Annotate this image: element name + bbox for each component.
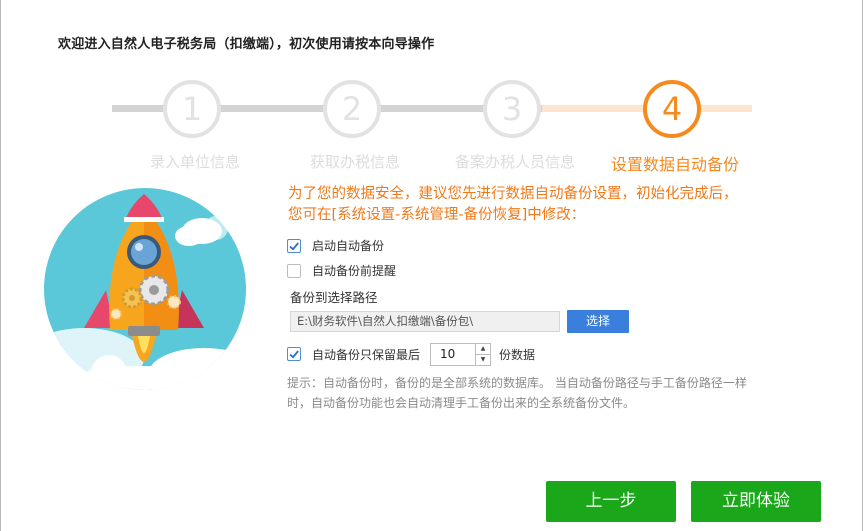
step-3-circle: 3 bbox=[483, 80, 541, 138]
step-1-circle: 1 bbox=[163, 80, 221, 138]
caret-down-icon[interactable]: ▼ bbox=[476, 355, 490, 365]
remind-before-checkbox[interactable] bbox=[287, 263, 301, 278]
step-2-circle: 2 bbox=[323, 80, 381, 138]
step-4-label: 设置数据自动备份 bbox=[610, 155, 739, 174]
keep-count-input[interactable]: 10 bbox=[430, 342, 477, 366]
auto-backup-option[interactable]: 启动自动备份 bbox=[287, 237, 384, 254]
keep-latest-suffix: 份数据 bbox=[499, 347, 536, 362]
keep-count-spin-buttons[interactable]: ▲ ▼ bbox=[476, 342, 492, 366]
rocket-illustration bbox=[44, 188, 246, 390]
backup-hint-text: 提示：自动备份时，备份的是全部系统的数据库。 当自动备份路径与手工备份路径一样时… bbox=[287, 376, 747, 410]
keep-count-stepper[interactable]: 10 ▲ ▼ bbox=[430, 342, 492, 366]
remind-before-label: 自动备份前提醒 bbox=[312, 264, 397, 278]
backup-path-label: 备份到选择路径 bbox=[290, 290, 378, 305]
backup-intro-text: 为了您的数据安全，建议您先进行数据自动备份设置，初始化完成后，您可在[系统设置-… bbox=[288, 186, 738, 223]
caret-up-icon[interactable]: ▲ bbox=[476, 344, 491, 355]
check-icon bbox=[289, 350, 299, 359]
start-now-button[interactable]: 立即体验 bbox=[691, 481, 821, 522]
browse-button[interactable]: 选择 bbox=[567, 310, 629, 333]
step-4-circle: 4 bbox=[643, 80, 701, 138]
keep-latest-checkbox[interactable] bbox=[287, 347, 301, 361]
keep-latest-option[interactable]: 自动备份只保留最后 10 ▲ ▼ 份数据 bbox=[287, 342, 535, 366]
auto-backup-checkbox[interactable] bbox=[287, 238, 301, 253]
step-1-label: 录入单位信息 bbox=[149, 153, 240, 171]
window-title: 欢迎进入自然人电子税务局（扣缴端），初次使用请按本向导操作 bbox=[58, 37, 435, 52]
auto-backup-label: 启动自动备份 bbox=[312, 239, 385, 253]
backup-path-input[interactable]: E:\财务软件\自然人扣缴端\备份包\ bbox=[290, 311, 560, 332]
window-border-left bbox=[0, 0, 1, 531]
step-3-label: 备案办税人员信息 bbox=[454, 153, 575, 171]
check-icon bbox=[289, 241, 299, 250]
prev-step-button[interactable]: 上一步 bbox=[546, 481, 676, 522]
remind-before-option[interactable]: 自动备份前提醒 bbox=[287, 262, 396, 279]
keep-latest-prefix: 自动备份只保留最后 bbox=[312, 347, 421, 362]
step-2-label: 获取办税信息 bbox=[309, 153, 400, 171]
